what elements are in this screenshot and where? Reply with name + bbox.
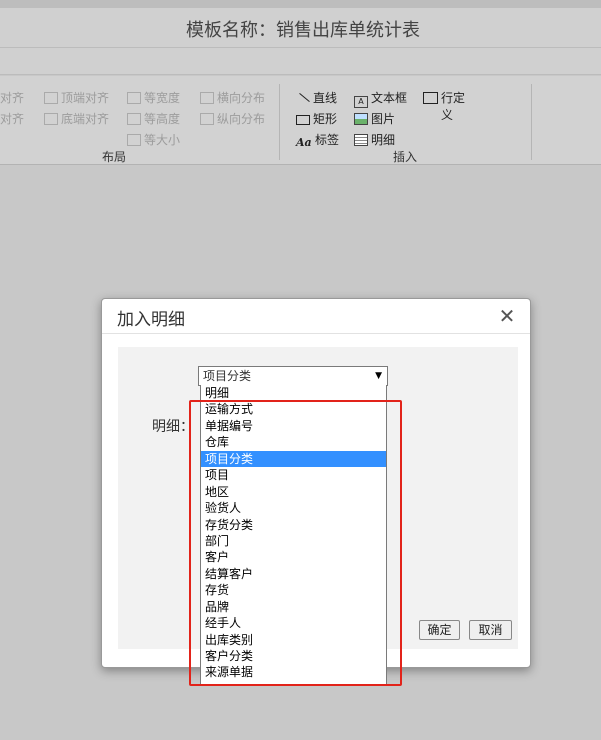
align-left-label: 对齐 (0, 91, 25, 105)
same-width-icon (127, 92, 141, 104)
insert-image-button[interactable]: 图片 (354, 111, 395, 127)
line-icon (296, 92, 310, 104)
distribute-vertical-icon (200, 113, 214, 125)
layout-group-label: 布局 (102, 150, 127, 164)
close-icon[interactable]: ✕ (498, 305, 516, 327)
same-size-icon (127, 134, 141, 146)
align-right-button[interactable]: 对齐 (0, 111, 24, 127)
template-title: 模板名称：销售出库单统计表 (186, 20, 420, 41)
distribute-horizontal-icon (200, 92, 214, 104)
insert-image-label: 图片 (371, 112, 396, 126)
cancel-button[interactable]: 取消 (469, 620, 512, 640)
same-height-label: 等高度 (144, 112, 181, 126)
insert-detail-button[interactable]: 明细 (354, 132, 395, 148)
ok-button[interactable]: 确定 (419, 620, 460, 640)
dialog-divider (102, 333, 530, 334)
align-bottom-label: 底端对齐 (61, 112, 110, 126)
align-top-button[interactable]: 顶端对齐 (44, 90, 109, 106)
align-right-label: 对齐 (0, 112, 25, 126)
insert-rectangle-button[interactable]: 矩形 (296, 111, 337, 127)
dropdown-arrow-icon: ▼ (375, 371, 382, 381)
align-left-button[interactable]: 对齐 (0, 90, 24, 106)
annotation-highlight-box (189, 400, 402, 686)
distribute-vertical-button[interactable]: 纵向分布 (200, 111, 265, 127)
ribbon-separator-end (531, 84, 532, 160)
detail-select-value: 项目分类 (203, 369, 252, 383)
insert-line-label: 直线 (313, 91, 338, 105)
insert-detail-label: 明细 (371, 133, 396, 147)
detail-select[interactable]: 项目分类 ▼ (198, 366, 388, 386)
row-define-icon (423, 92, 438, 104)
same-height-button[interactable]: 等高度 (127, 111, 180, 127)
insert-textbox-label: 文本框 (371, 91, 408, 105)
distribute-vertical-label: 纵向分布 (217, 112, 266, 126)
same-size-button[interactable]: 等大小 (127, 132, 180, 148)
insert-group-label: 插入 (393, 150, 418, 164)
distribute-horizontal-label: 横向分布 (217, 91, 266, 105)
same-height-icon (127, 113, 141, 125)
toolbar-strip (0, 47, 601, 75)
dropdown-option[interactable]: 明细 (201, 385, 386, 401)
rectangle-icon (296, 115, 310, 125)
same-width-button[interactable]: 等宽度 (127, 90, 180, 106)
row-define-label: 行定义 (441, 91, 466, 122)
textbox-icon: A (354, 96, 368, 108)
insert-rectangle-label: 矩形 (313, 112, 338, 126)
insert-label-button[interactable]: Aa 标签 (296, 132, 340, 149)
image-icon (354, 113, 368, 125)
align-bottom-icon (44, 113, 58, 125)
detail-icon (354, 134, 368, 146)
dialog-title: 加入明细 (117, 310, 185, 330)
align-top-icon (44, 92, 58, 104)
same-width-label: 等宽度 (144, 91, 181, 105)
insert-textbox-button[interactable]: A 文本框 (354, 90, 408, 108)
align-bottom-button[interactable]: 底端对齐 (44, 111, 109, 127)
title-bar: 模板名称：销售出库单统计表 (0, 0, 601, 47)
row-define-button[interactable]: 行定义 (423, 90, 467, 122)
detail-field-label: 明细： (152, 419, 194, 435)
same-size-label: 等大小 (144, 133, 181, 147)
insert-label-label: 标签 (315, 133, 340, 147)
align-top-label: 顶端对齐 (61, 91, 110, 105)
insert-line-button[interactable]: 直线 (296, 90, 337, 106)
distribute-horizontal-button[interactable]: 横向分布 (200, 90, 265, 106)
label-icon: Aa (296, 136, 312, 149)
ribbon-separator (279, 84, 280, 160)
